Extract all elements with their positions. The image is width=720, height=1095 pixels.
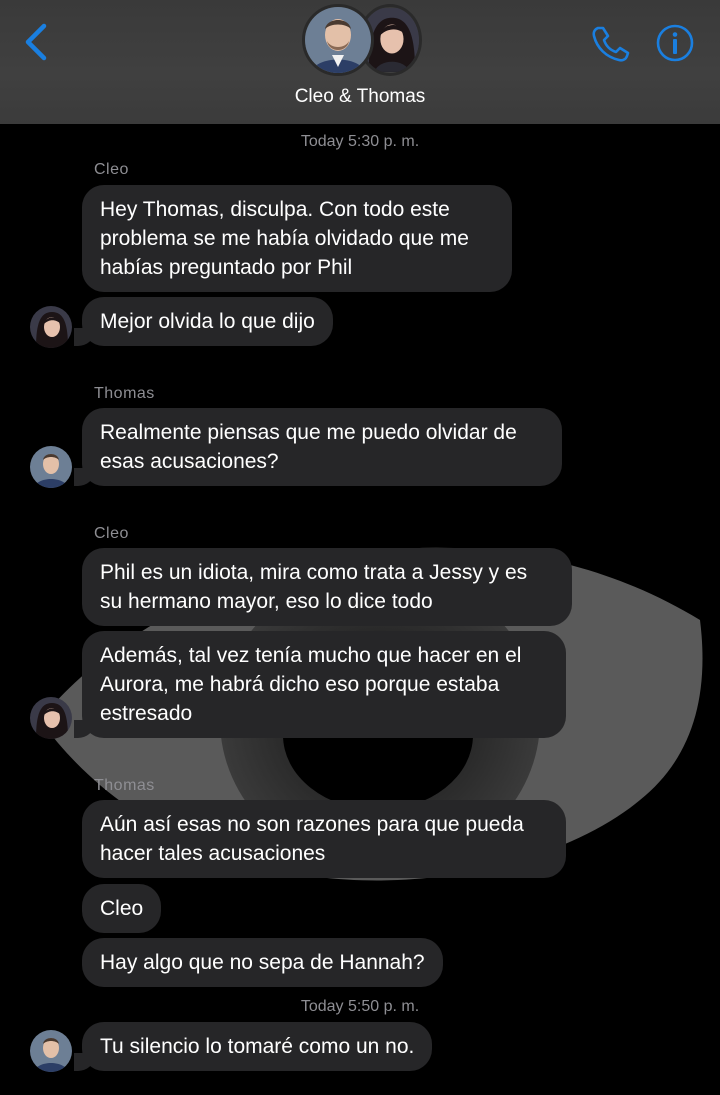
message-list[interactable]: Today 5:30 p. m. Cleo Hey Thomas, discul…	[0, 124, 720, 1095]
sender-name: Cleo	[94, 161, 129, 178]
cleo-avatar	[30, 306, 72, 348]
thomas-avatar	[30, 446, 72, 488]
message-bubble[interactable]: Aún así esas no son razones para que pue…	[82, 800, 566, 878]
info-icon[interactable]	[655, 23, 695, 63]
sender-name: Cleo	[94, 525, 129, 542]
chevron-left-icon[interactable]	[20, 20, 60, 64]
cleo-avatar	[30, 697, 72, 739]
message-bubble[interactable]: Phil es un idiota, mira como trata a Jes…	[82, 548, 572, 626]
message-bubble[interactable]: Además, tal vez tenía mucho que hacer en…	[74, 631, 566, 738]
sender-name: Thomas	[94, 777, 155, 794]
message-bubble[interactable]: Tu silencio lo tomaré como un no.	[73, 1022, 433, 1071]
group-avatars[interactable]	[300, 2, 424, 76]
timestamp: Today 5:30 p. m.	[300, 133, 420, 150]
phone-icon[interactable]	[590, 24, 632, 64]
chat-header: Cleo & Thomas	[0, 0, 720, 124]
conversation-title: Cleo & Thomas	[294, 86, 426, 107]
sender-name: Thomas	[94, 385, 155, 402]
thomas-avatar	[30, 1030, 72, 1072]
thomas-avatar	[302, 4, 374, 76]
message-bubble[interactable]: Cleo	[82, 884, 162, 933]
message-bubble[interactable]: Hey Thomas, disculpa. Con todo este prob…	[82, 185, 512, 292]
message-bubble[interactable]: Realmente piensas que me puedo olvidar d…	[74, 408, 562, 486]
timestamp: Today 5:50 p. m.	[300, 998, 420, 1015]
message-bubble[interactable]: Mejor olvida lo que dijo	[74, 297, 333, 346]
message-bubble[interactable]: Hay algo que no sepa de Hannah?	[82, 938, 443, 987]
